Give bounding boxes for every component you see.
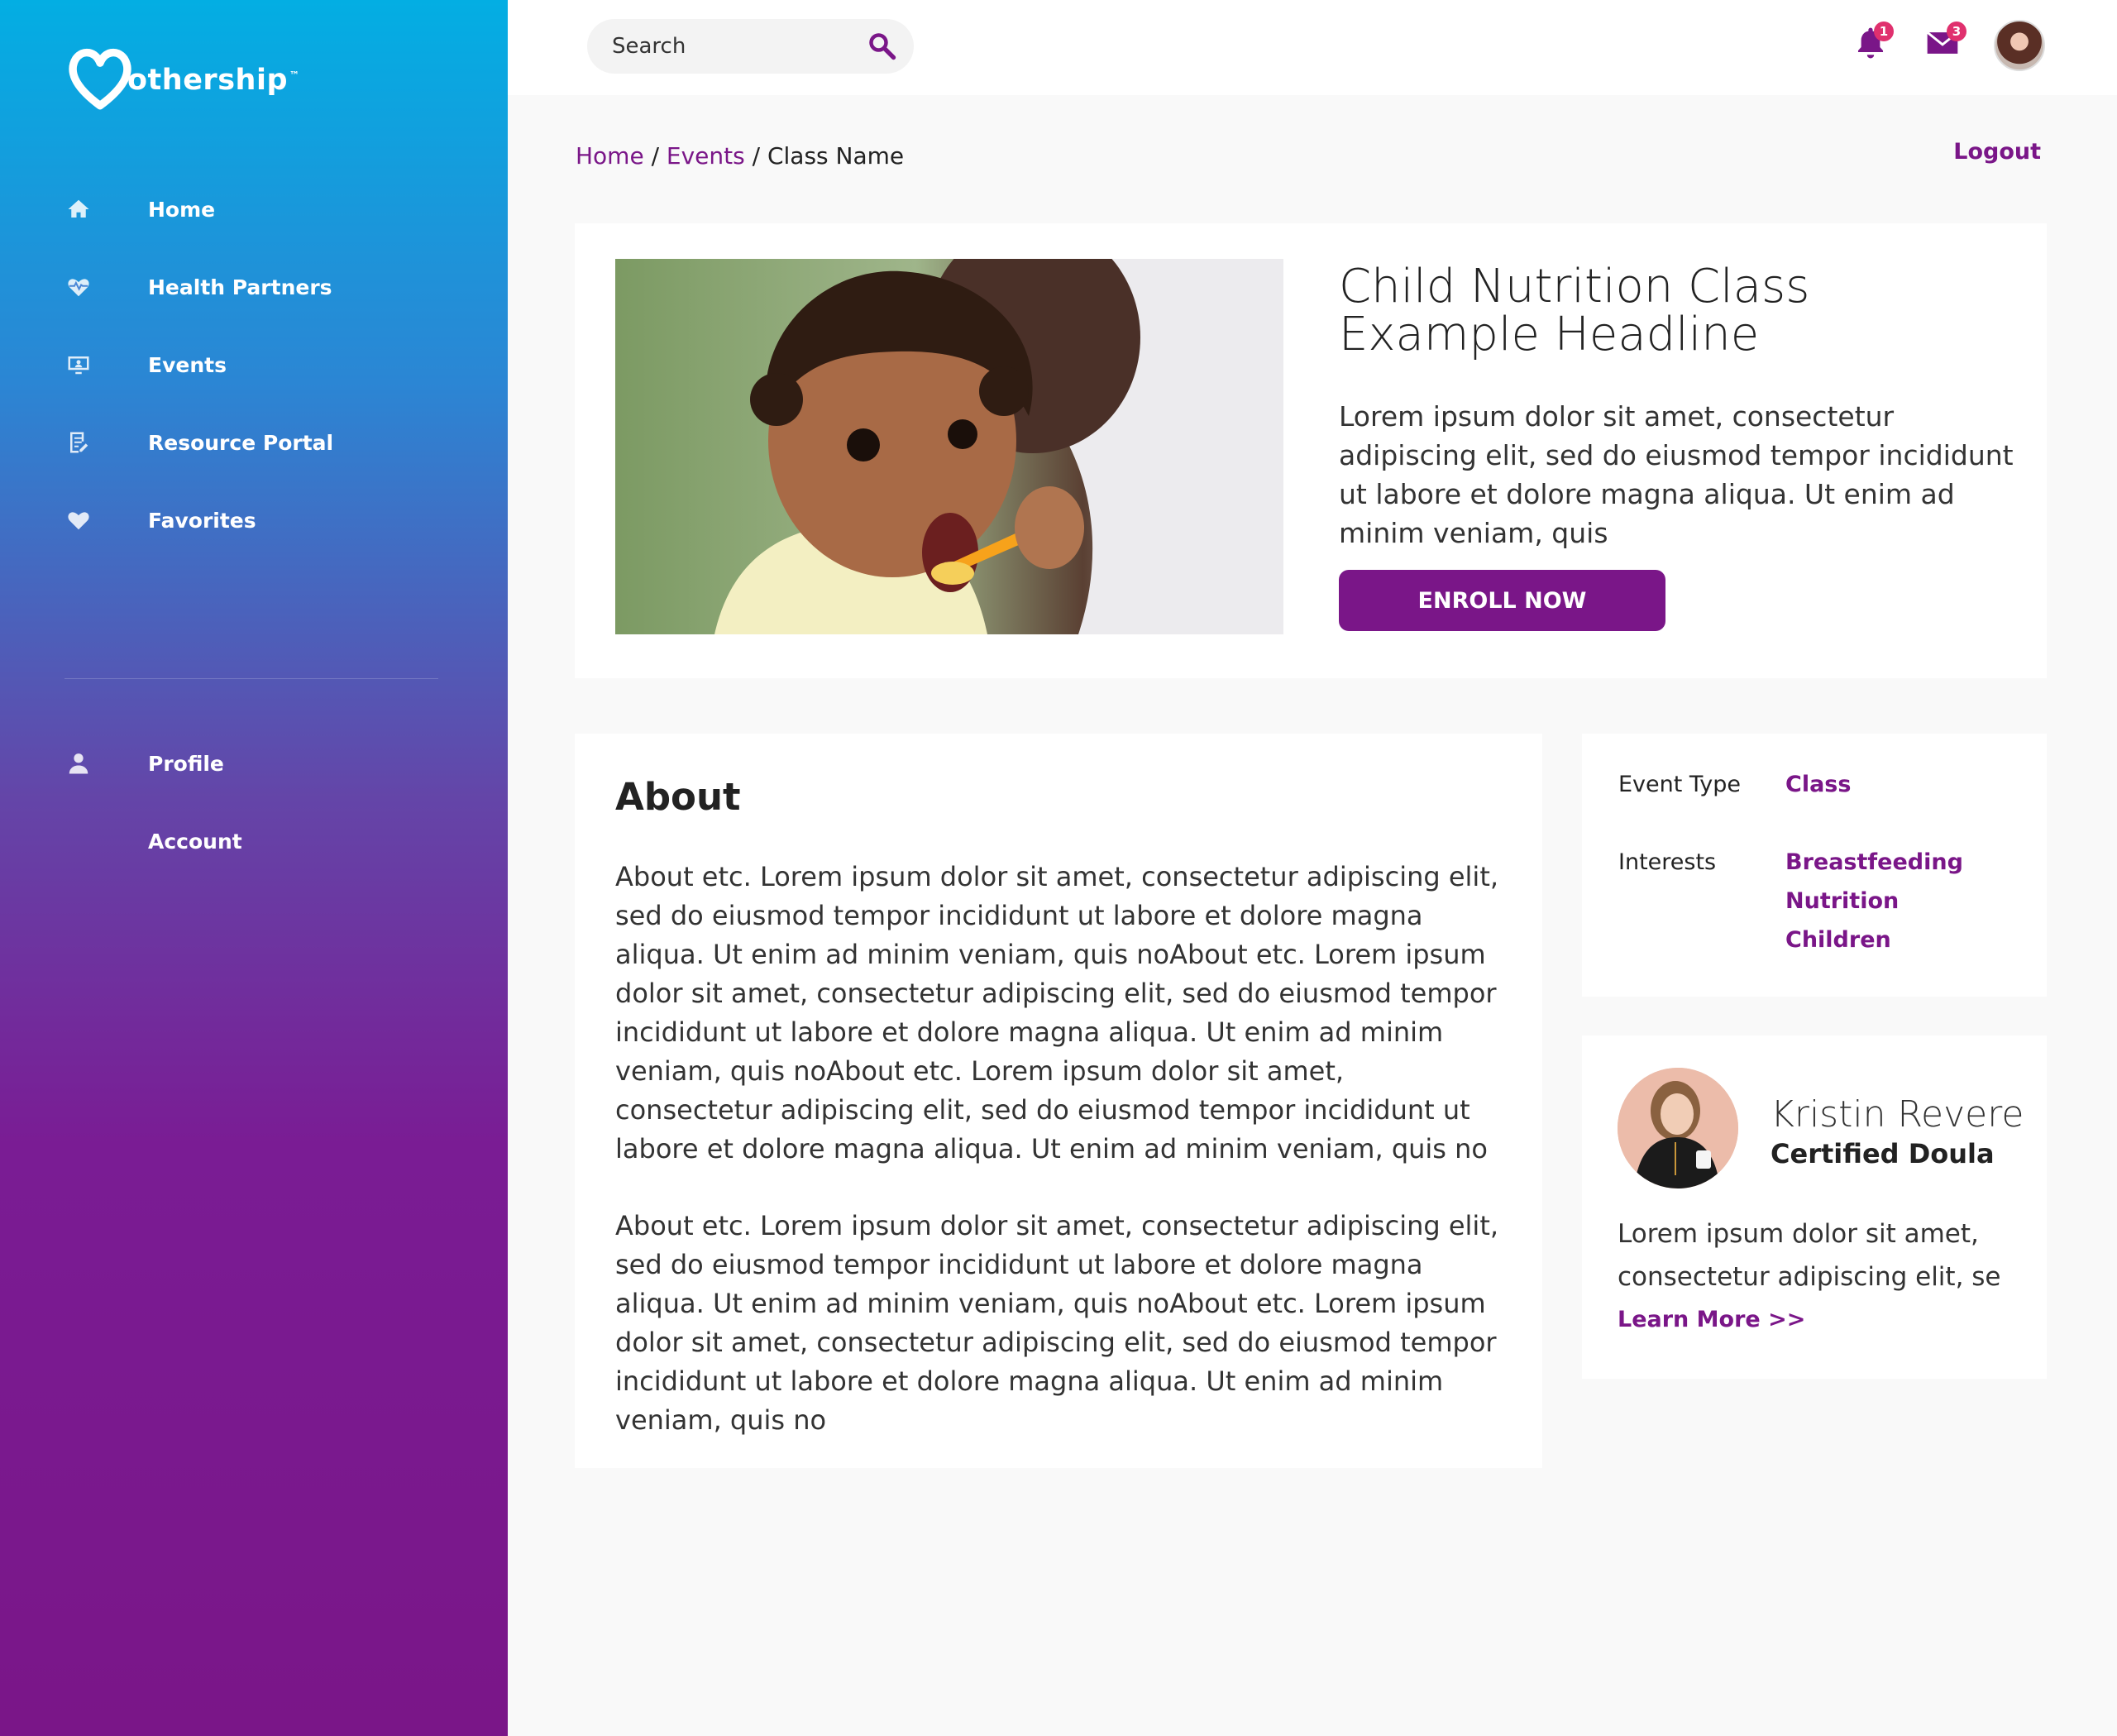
breadcrumb-current: Class Name	[767, 142, 905, 170]
event-title: Child Nutrition Class Example Headline	[1339, 260, 1810, 361]
sidebar-item-label: Resource Portal	[148, 430, 334, 455]
heart-pulse-icon	[65, 273, 93, 301]
sidebar-divider	[65, 678, 438, 679]
instructor-role: Certified Doula	[1771, 1138, 1995, 1169]
interest-tag[interactable]: Breastfeeding	[1785, 843, 1963, 882]
monitor-user-icon	[65, 351, 93, 379]
search-input[interactable]	[612, 34, 852, 59]
baby-eating-photo	[615, 259, 1283, 634]
about-paragraph: About etc. Lorem ipsum dolor sit amet, c…	[615, 861, 1499, 1165]
event-hero-card: Child Nutrition Class Example Headline L…	[575, 223, 2047, 678]
sidebar-item-home[interactable]: Home	[65, 195, 215, 223]
mothership-logo[interactable]: othership ™	[65, 43, 300, 114]
sidebar-item-label: Favorites	[148, 508, 256, 533]
event-details-card: Event Type Class Interests Breastfeeding…	[1582, 734, 2047, 997]
heart-logo-icon	[69, 48, 131, 110]
about-paragraph: About etc. Lorem ipsum dolor sit amet, c…	[615, 1210, 1499, 1436]
logout-link[interactable]: Logout	[1953, 139, 2041, 165]
sidebar-item-health-partners[interactable]: Health Partners	[65, 273, 332, 301]
instructor-avatar	[1618, 1068, 1738, 1188]
interest-tag[interactable]: Nutrition	[1785, 882, 1899, 921]
event-type-label: Event Type	[1618, 772, 1741, 797]
messages-badge: 3	[1947, 22, 1966, 41]
breadcrumb-events-link[interactable]: Events	[667, 142, 745, 170]
sidebar: othership ™ Home Health Partners Events R…	[0, 0, 508, 1736]
sidebar-item-label: Home	[148, 197, 216, 222]
breadcrumb: Home / Events / Class Name	[576, 142, 904, 170]
document-edit-icon	[65, 428, 93, 457]
interests-label: Interests	[1618, 849, 1717, 875]
event-description: Lorem ipsum dolor sit amet, consectetur …	[1339, 400, 2014, 549]
breadcrumb-separator: /	[643, 142, 667, 170]
instructor-name: Kristin Revere	[1771, 1093, 2024, 1136]
sidebar-item-resource-portal[interactable]: Resource Portal	[65, 428, 333, 457]
learn-more-link[interactable]: Learn More >>	[1618, 1307, 1805, 1332]
event-image	[615, 259, 1283, 634]
sidebar-item-favorites[interactable]: Favorites	[65, 506, 256, 534]
notifications-button[interactable]: 1	[1852, 22, 1894, 65]
user-icon	[65, 749, 93, 777]
event-type-value[interactable]: Class	[1785, 765, 1851, 804]
user-avatar[interactable]	[1994, 20, 2045, 71]
sidebar-item-label: Profile	[148, 751, 224, 776]
sidebar-item-account[interactable]: Account	[65, 827, 242, 855]
breadcrumb-separator: /	[744, 142, 767, 170]
brand-name: othership ™	[127, 64, 300, 97]
interest-tag[interactable]: Children	[1785, 921, 1891, 959]
search-box	[587, 19, 914, 74]
topbar: 1 3	[508, 0, 2117, 95]
sidebar-item-label: Health Partners	[148, 275, 332, 299]
sidebar-item-label: Account	[148, 829, 242, 854]
sidebar-item-label: Events	[148, 352, 227, 377]
home-icon	[65, 195, 93, 223]
enroll-now-button[interactable]: ENROLL NOW	[1339, 570, 1665, 631]
about-title: About	[615, 775, 741, 819]
heart-icon	[65, 506, 93, 534]
sidebar-item-events[interactable]: Events	[65, 351, 227, 379]
breadcrumb-home-link[interactable]: Home	[576, 142, 644, 170]
notifications-badge: 1	[1874, 22, 1894, 41]
instructor-bio: Lorem ipsum dolor sit amet, consectetur …	[1618, 1219, 2001, 1292]
search-icon[interactable]	[867, 31, 897, 61]
messages-button[interactable]: 3	[1923, 22, 1966, 65]
instructor-card: Kristin Revere Certified Doula Lorem ips…	[1582, 1035, 2047, 1379]
sidebar-item-profile[interactable]: Profile	[65, 749, 224, 777]
about-card: About About etc. Lorem ipsum dolor sit a…	[575, 734, 1542, 1468]
